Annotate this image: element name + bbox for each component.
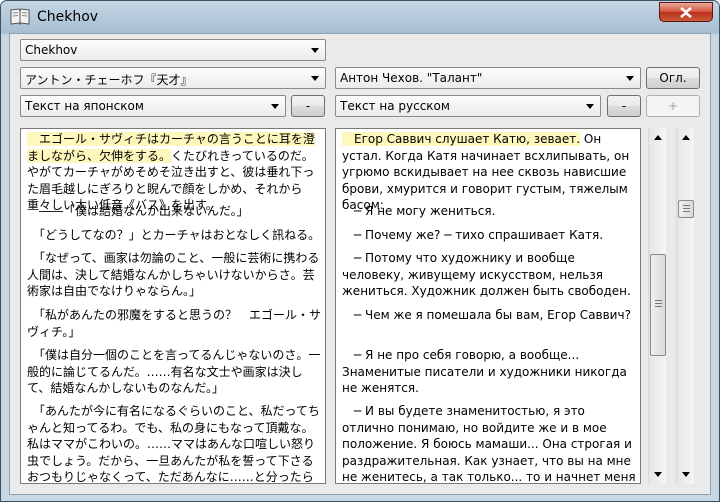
book-icon — [10, 8, 30, 25]
grip-icon — [655, 300, 662, 301]
ru-paragraph: ─ Я не про себя говорю, а вообще... Знам… — [342, 348, 631, 395]
target-language-select[interactable]: Текст на русском — [335, 95, 601, 117]
contents-button[interactable]: Огл. — [646, 67, 700, 89]
russian-text-pane[interactable]: Егор Саввич слушает Катю, зевает. Он уст… — [335, 128, 641, 484]
add-button[interactable]: + — [646, 95, 700, 117]
text-scrollbar[interactable] — [648, 128, 666, 484]
source-work-value: アントン・チェーホフ『天才』 — [25, 73, 193, 87]
chevron-down-icon — [311, 76, 319, 81]
scrollbar-thumb[interactable] — [678, 200, 694, 218]
title-bar[interactable]: Chekhov — [1, 1, 719, 33]
close-button[interactable] — [659, 2, 713, 22]
ru-paragraph: ─ И вы будете знаменитостью, я это отлич… — [342, 404, 636, 484]
grip-line — [683, 211, 690, 212]
ru-paragraph: ─ Почему же? ─ тихо спрашивает Катя. — [342, 228, 604, 242]
ru-paragraph: ─ Чем же я помешала бы вам, Егор Саввич? — [342, 308, 631, 322]
ru-paragraph: Егор Саввич слушает Катю, зевает. Он уст… — [342, 131, 638, 214]
chevron-down-icon — [586, 104, 594, 109]
author-select[interactable]: Chekhov — [20, 39, 326, 61]
target-language-value: Текст на русском — [340, 99, 450, 113]
grip-icon — [683, 205, 690, 206]
chevron-down-icon — [311, 48, 319, 53]
scroll-up-icon[interactable] — [682, 135, 690, 140]
source-language-value: Текст на японском — [25, 99, 144, 113]
jp-paragraph: 「私があんたの邪魔をすると思うの？ エゴール・サヴィチ。」 — [27, 308, 322, 339]
grip-line — [655, 306, 662, 307]
ru-highlighted-sentence: Егор Саввич слушает Катю, зевает. — [342, 132, 581, 146]
ru-paragraph: ─ Я не могу жениться. — [342, 204, 496, 218]
remove-target-button[interactable]: - — [607, 95, 641, 117]
target-work-value: Антон Чехов. "Талант" — [340, 71, 483, 85]
remove-source-button[interactable]: - — [291, 95, 325, 117]
jp-paragraph: 「なぜって、画家は勿論のこと、一般に芸術に携わる人間は、決して結婚なんかしちゃい… — [27, 251, 320, 298]
japanese-text-pane[interactable]: エゴール・サヴィチはカーチャの言うことに耳を澄ましながら、欠伸をする。くたびれき… — [20, 128, 326, 484]
close-icon — [680, 7, 692, 18]
scroll-up-icon[interactable] — [654, 135, 662, 140]
scroll-down-icon[interactable] — [682, 472, 690, 477]
author-select-value: Chekhov — [25, 43, 78, 57]
scrollbar-thumb[interactable] — [650, 254, 666, 356]
jp-paragraph: 「僕は自分一個のことを言ってるんじゃないのさ。一般的に論じてるんだ。……有名な文… — [27, 348, 321, 395]
client-area: Chekhov アントン・チェーホフ『天才』 Антон Чехов. "Тал… — [9, 33, 711, 495]
app-window: Chekhov Chekhov アントン・チェーホフ『天才』 Антон Чех… — [0, 0, 720, 502]
grip-line — [683, 208, 690, 209]
sync-scrollbar[interactable] — [676, 128, 694, 484]
jp-paragraph: ――「僕は結婚なんか出来ないんだ。」 — [27, 204, 249, 218]
ru-paragraph: ─ Потому что художнику и вообще человеку… — [342, 251, 631, 298]
jp-paragraph: 「どうしてなの？」とカーチャはおとなしく訊ねる。 — [27, 228, 321, 242]
source-work-select[interactable]: アントン・チェーホフ『天才』 — [20, 67, 326, 89]
scroll-down-icon[interactable] — [654, 472, 662, 477]
chevron-down-icon — [626, 76, 634, 81]
target-work-select[interactable]: Антон Чехов. "Талант" — [335, 67, 641, 89]
chevron-down-icon — [271, 104, 279, 109]
jp-paragraph: エゴール・サヴィチはカーチャの言うことに耳を澄ましながら、欠伸をする。くたびれき… — [27, 131, 323, 214]
source-language-select[interactable]: Текст на японском — [20, 95, 286, 117]
window-title: Chekhov — [37, 9, 99, 25]
jp-paragraph: 「あんたが今に有名になるぐらいのこと、私だってちゃんと知ってるわ。でも、私の身に… — [27, 404, 320, 484]
grip-line — [655, 303, 662, 304]
